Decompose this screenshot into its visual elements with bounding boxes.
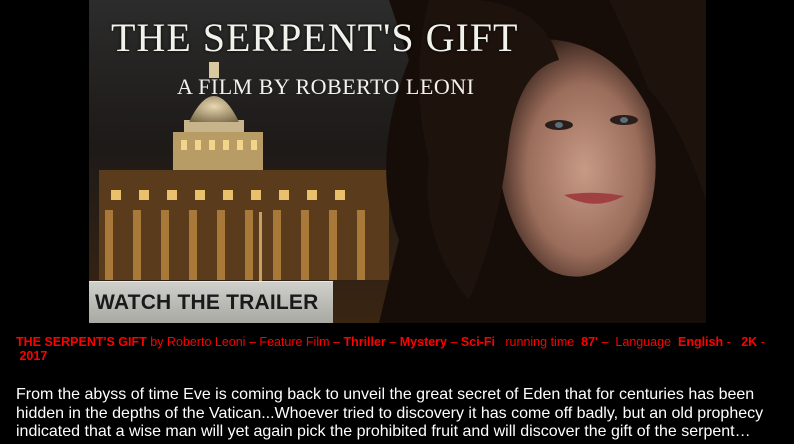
- separator: –: [601, 335, 609, 349]
- language-value: English: [678, 335, 724, 349]
- separator: –: [248, 335, 256, 349]
- language-label: Language: [615, 335, 672, 349]
- watch-trailer-label: WATCH THE TRAILER: [95, 290, 319, 314]
- movie-poster: THE SERPENT'S GIFT A FILM BY ROBERTO LEO…: [89, 0, 706, 323]
- separator: -: [760, 335, 765, 349]
- film-format: 2K: [741, 335, 758, 349]
- separator: –: [389, 335, 397, 349]
- separator: -: [726, 335, 731, 349]
- film-type: Feature Film: [259, 335, 330, 349]
- film-info-line: THE SERPENT'S GIFT by Roberto Leoni – Fe…: [16, 335, 781, 363]
- genre-thriller: Thriller: [343, 335, 386, 349]
- genre-mystery: Mystery: [399, 335, 447, 349]
- film-year: 2017: [19, 349, 48, 363]
- running-time-value: 87': [581, 335, 599, 349]
- poster-byline: A FILM BY ROBERTO LEONI: [177, 74, 475, 99]
- genre-scifi: Sci-Fi: [460, 335, 495, 349]
- poster-title: THE SERPENT'S GIFT: [111, 15, 519, 60]
- running-time-label: running time: [505, 335, 575, 349]
- watch-trailer-button[interactable]: WATCH THE TRAILER: [89, 281, 333, 323]
- film-synopsis: From the abyss of time Eve is coming bac…: [16, 386, 764, 440]
- film-title: THE SERPENT'S GIFT: [16, 335, 147, 349]
- separator: –: [333, 335, 340, 349]
- film-director: by Roberto Leoni: [150, 335, 246, 349]
- separator: –: [450, 335, 458, 349]
